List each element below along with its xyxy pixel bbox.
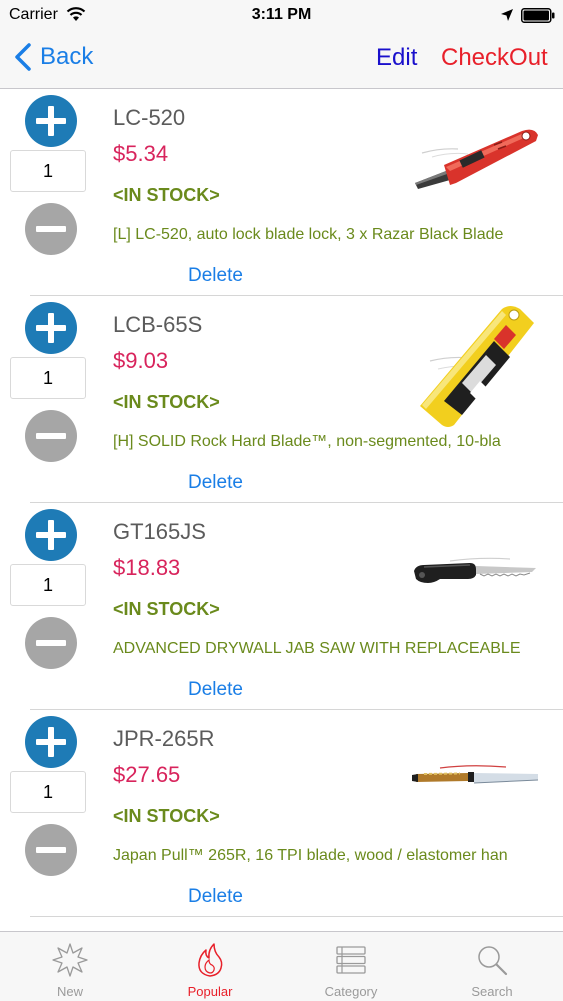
back-button[interactable]: Back	[14, 42, 93, 72]
increase-quantity-button[interactable]	[25, 95, 77, 147]
row-divider	[30, 916, 563, 917]
tab-bar: New Popular Category Search	[0, 931, 563, 1001]
product-price: $9.03	[113, 348, 169, 373]
product-description: [L] LC-520, auto lock blade lock, 3 x Ra…	[113, 226, 504, 243]
delete-button[interactable]: Delete	[188, 679, 243, 701]
blade-pack-image	[420, 306, 534, 427]
quantity-field[interactable]	[10, 564, 86, 606]
product-code: GT165JS	[113, 519, 206, 544]
flame-icon	[198, 943, 223, 977]
product-row: LCB-65S $9.03 <IN STOCK> [H] SOLID Rock …	[0, 296, 563, 503]
quantity-field[interactable]	[10, 771, 86, 813]
checkout-button[interactable]: CheckOut	[441, 44, 548, 72]
quantity-field[interactable]	[10, 150, 86, 192]
cart-product-list: LC-520 $5.34 <IN STOCK> [L] LC-520, auto…	[0, 89, 563, 917]
decrease-quantity-button[interactable]	[25, 617, 77, 669]
product-row: LC-520 $5.34 <IN STOCK> [L] LC-520, auto…	[0, 89, 563, 296]
edit-button[interactable]: Edit	[376, 44, 417, 72]
delete-button[interactable]: Delete	[188, 265, 243, 287]
increase-quantity-button[interactable]	[25, 509, 77, 561]
status-time: 3:11 PM	[251, 6, 312, 23]
product-description: Japan Pull™ 265R, 16 TPI blade, wood / e…	[113, 847, 508, 864]
product-row: GT165JS $18.83 <IN STOCK> ADVANCED DRYWA…	[0, 503, 563, 710]
increase-quantity-button[interactable]	[25, 302, 77, 354]
tab-label: New	[56, 984, 83, 999]
quantity-field[interactable]	[10, 357, 86, 399]
product-description: [H] SOLID Rock Hard Blade™, non-segmente…	[113, 433, 501, 450]
product-price: $5.34	[113, 141, 169, 166]
stock-status: <IN STOCK>	[113, 806, 220, 826]
delete-button[interactable]: Delete	[188, 886, 243, 908]
stock-status: <IN STOCK>	[113, 185, 220, 205]
product-row: JPR-265R $27.65 <IN STOCK> Japan Pull™ 2…	[0, 710, 563, 917]
stock-status: <IN STOCK>	[113, 392, 220, 412]
product-code: JPR-265R	[113, 726, 215, 751]
pull-saw-image	[412, 765, 539, 784]
decrease-quantity-button[interactable]	[25, 410, 77, 462]
product-code: LCB-65S	[113, 312, 203, 337]
tab-label: Popular	[187, 984, 233, 999]
box-cutter-image	[415, 129, 538, 189]
product-price: $18.83	[113, 555, 181, 580]
battery-icon	[521, 8, 555, 23]
product-code: LC-520	[113, 105, 186, 130]
tab-search[interactable]: Search	[422, 932, 562, 1001]
product-price: $27.65	[113, 762, 181, 787]
nav-bar: Back Edit CheckOut	[0, 32, 563, 89]
starburst-icon	[52, 943, 88, 977]
tab-label: Category	[324, 984, 378, 999]
chevron-left-icon	[15, 43, 31, 71]
list-icon	[336, 946, 366, 974]
increase-quantity-button[interactable]	[25, 716, 77, 768]
delete-button[interactable]: Delete	[188, 472, 243, 494]
stock-status: <IN STOCK>	[113, 599, 220, 619]
back-label: Back	[40, 43, 94, 70]
tab-label: Search	[471, 984, 513, 999]
decrease-quantity-button[interactable]	[25, 824, 77, 876]
location-arrow-icon	[501, 9, 513, 21]
search-icon	[478, 946, 508, 976]
product-description: ADVANCED DRYWALL JAB SAW WITH REPLACEABL…	[113, 640, 521, 657]
tab-popular[interactable]: Popular	[140, 932, 280, 1001]
jab-saw-image	[414, 557, 536, 583]
status-bar: Carrier 3:11 PM	[0, 0, 563, 32]
tab-new[interactable]: New	[0, 932, 140, 1001]
decrease-quantity-button[interactable]	[25, 203, 77, 255]
tab-category[interactable]: Category	[281, 932, 421, 1001]
